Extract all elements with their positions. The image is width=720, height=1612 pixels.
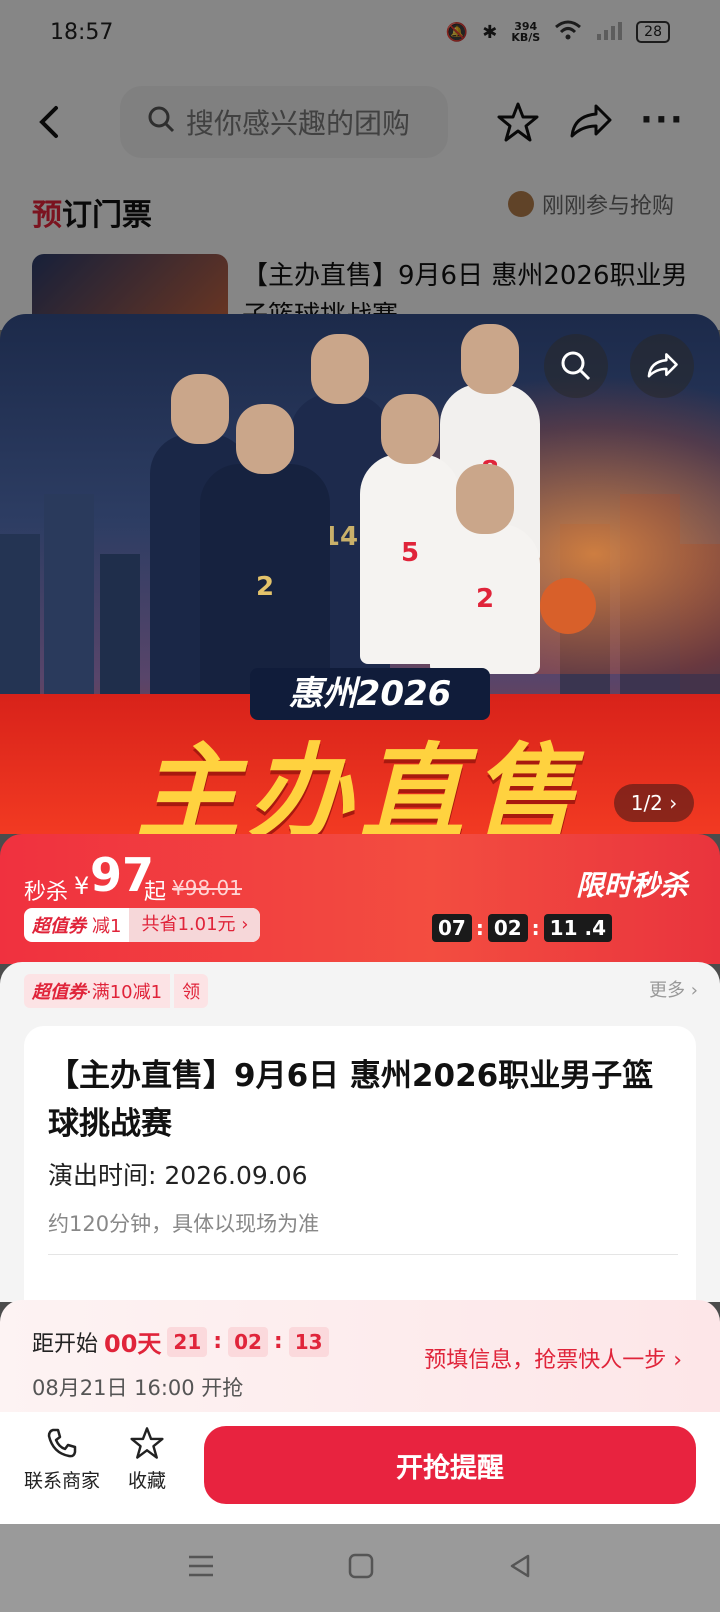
bluetooth-icon: ✱ <box>482 21 498 43</box>
event-info-card: 【主办直售】9月6日 惠州2026职业男子篮球挑战赛 演出时间: 2026.09… <box>24 1026 696 1326</box>
hero-image[interactable]: 14 2 8 5 2 惠州2026 主办直售 <box>0 314 720 834</box>
favorite-button[interactable]: 收藏 <box>128 1426 166 1493</box>
share-icon <box>647 353 678 378</box>
start-countdown: 距开始 00天 21: 02: 13 <box>32 1324 329 1359</box>
background-page: 18:57 🔕 ✱ 394 KB/S 28 搜你感兴趣的团购 ··· 预订门票 … <box>0 0 720 354</box>
share-icon[interactable] <box>566 100 614 148</box>
sale-label: 秒杀 <box>24 880 69 905</box>
sale-open-time: 08月21日 16:00 开抢 <box>32 1376 244 1400</box>
search-placeholder: 搜你感兴趣的团购 <box>186 107 411 140</box>
flash-sale-bar: 秒杀 ¥ 97 起 ¥98.01 超值券 减1 共省1.01元 › 限时秒杀 0… <box>0 834 720 964</box>
original-price: ¥98.01 <box>172 876 242 900</box>
phone-icon <box>47 1428 77 1458</box>
star-icon <box>130 1427 164 1459</box>
more-icon[interactable]: ··· <box>640 100 685 140</box>
signal-icon <box>596 20 623 45</box>
search-icon <box>146 104 176 141</box>
avatar <box>508 191 534 217</box>
bottom-action-bar: 联系商家 收藏 开抢提醒 <box>0 1412 720 1524</box>
sale-start-bar: 距开始 00天 21: 02: 13 08月21日 16:00 开抢 预填信息，… <box>0 1300 720 1412</box>
menu-icon[interactable] <box>186 1553 216 1583</box>
claim-coupon-button[interactable]: 领 <box>174 974 209 1008</box>
coupon-pill[interactable]: 超值券 减1 共省1.01元 › <box>24 908 261 942</box>
basketball <box>540 578 596 634</box>
sale-countdown: 07: 02: 11 .4 <box>431 914 612 942</box>
star-icon[interactable] <box>496 100 540 148</box>
details-sheet: 超值券·满10减1 领 更多 › 【主办直售】9月6日 惠州2026职业男子篮球… <box>0 962 720 1326</box>
event-title: 【主办直售】9月6日 惠州2026职业男子篮球挑战赛 <box>48 1058 654 1142</box>
home-icon[interactable] <box>347 1552 375 1584</box>
nav-bar: 搜你感兴趣的团购 ··· <box>0 86 720 160</box>
status-bar: 18:57 🔕 ✱ 394 KB/S 28 <box>0 0 720 64</box>
currency-symbol: ¥ <box>74 872 90 900</box>
hero-headline: 主办直售 <box>135 732 584 834</box>
flash-sale-tag: 限时秒杀 <box>575 869 688 902</box>
search-input[interactable]: 搜你感兴趣的团购 <box>120 86 448 158</box>
show-time: 演出时间: 2026.09.06 <box>48 1161 308 1190</box>
coupon-row[interactable]: 超值券·满10减1 领 <box>24 974 209 1008</box>
price-suffix: 起 <box>144 880 167 905</box>
status-time: 18:57 <box>50 19 114 45</box>
divider <box>48 1254 678 1255</box>
wifi-icon <box>554 19 582 46</box>
back-nav-icon[interactable] <box>506 1552 534 1584</box>
mute-icon: 🔕 <box>445 21 469 43</box>
net-speed: 394 KB/S <box>511 20 541 44</box>
sale-reminder-button[interactable]: 开抢提醒 <box>204 1426 696 1504</box>
player-figure: 2 <box>430 464 540 674</box>
duration-note: 约120分钟，具体以现场为准 <box>48 1212 320 1236</box>
hero-search-button[interactable] <box>544 334 608 398</box>
prefill-info-link[interactable]: 预填信息，抢票快人一步 › <box>424 1342 682 1374</box>
search-icon <box>561 351 591 381</box>
contact-merchant-button[interactable]: 联系商家 <box>24 1426 100 1493</box>
hero-share-button[interactable] <box>630 334 694 398</box>
image-page-indicator[interactable]: 1/2 › <box>614 784 694 822</box>
system-nav-bar <box>0 1524 720 1612</box>
back-icon[interactable] <box>30 102 70 142</box>
more-coupons-link[interactable]: 更多 › <box>649 976 698 1002</box>
recent-participants: 刚刚参与抢购 <box>508 188 674 220</box>
battery-indicator: 28 <box>636 21 670 43</box>
section-title: 预订门票 <box>32 198 152 233</box>
